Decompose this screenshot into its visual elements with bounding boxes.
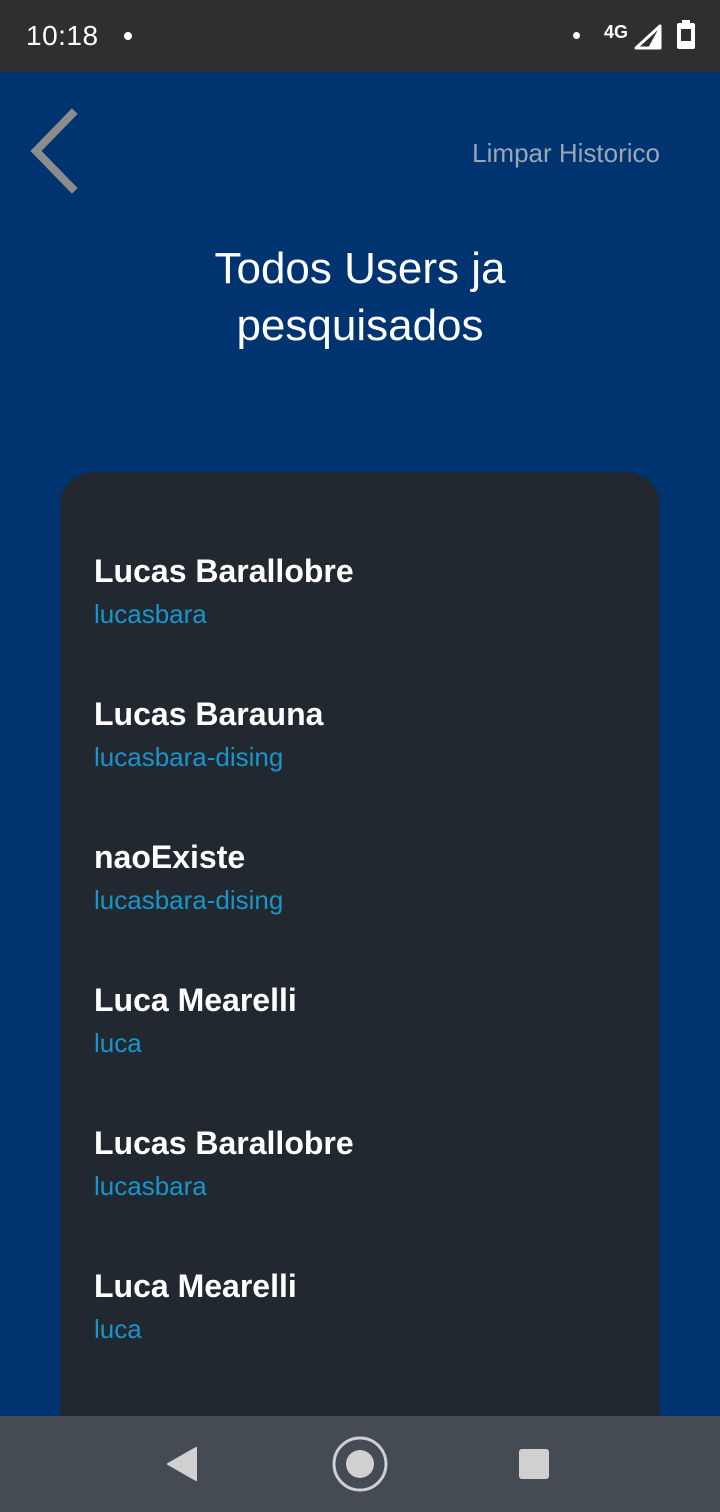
history-item[interactable]: Lucas Barallobre lucasbara <box>94 1124 660 1267</box>
history-list: Lucas Barallobre lucasbara Lucas Barauna… <box>60 472 660 1416</box>
navigation-bar <box>0 1416 720 1512</box>
history-item[interactable]: Lucas Barauna lucasbara-dising <box>94 695 660 838</box>
user-name: Luca Mearelli <box>94 1268 297 1304</box>
history-item[interactable]: Luca Mearelli luca <box>94 1267 660 1410</box>
history-item[interactable]: Luca Mearelli luca <box>94 981 660 1124</box>
user-login: lucasbara <box>94 599 207 629</box>
user-name: naoExiste <box>94 839 246 875</box>
status-dot-icon <box>573 32 580 39</box>
back-button[interactable] <box>24 106 88 196</box>
user-login: lucasbara-dising <box>94 742 284 772</box>
signal-icon <box>634 24 662 50</box>
clear-history-button[interactable]: Limpar Historico <box>472 138 660 169</box>
user-login: luca <box>94 1028 142 1058</box>
user-name: Lucas Barauna <box>94 696 324 732</box>
user-login: lucasbara <box>94 1171 207 1201</box>
history-item[interactable]: Lucas Barallobre lucasbara <box>94 552 660 695</box>
user-login: luca <box>94 1314 142 1344</box>
nav-back-icon[interactable] <box>166 1446 198 1482</box>
user-name: Luca Mearelli <box>94 982 297 1018</box>
nav-home-icon[interactable] <box>332 1436 388 1492</box>
battery-icon <box>677 20 695 49</box>
chevron-left-icon <box>30 108 78 194</box>
user-login: lucasbara-dising <box>94 885 284 915</box>
network-type: 4G <box>604 22 629 42</box>
nav-recents-icon[interactable] <box>518 1448 550 1480</box>
user-name: Lucas Barallobre <box>94 1125 354 1161</box>
status-time: 10:18 <box>26 20 99 51</box>
page-title: Todos Users ja pesquisados <box>214 244 506 350</box>
history-item[interactable]: naoExiste lucasbara-dising <box>94 838 660 981</box>
user-name: Lucas Barallobre <box>94 553 354 589</box>
app-screen: Limpar Historico Todos Users ja pesquisa… <box>0 72 720 1416</box>
notification-dot-icon <box>124 32 132 40</box>
status-bar: 10:18 4G <box>0 0 720 72</box>
